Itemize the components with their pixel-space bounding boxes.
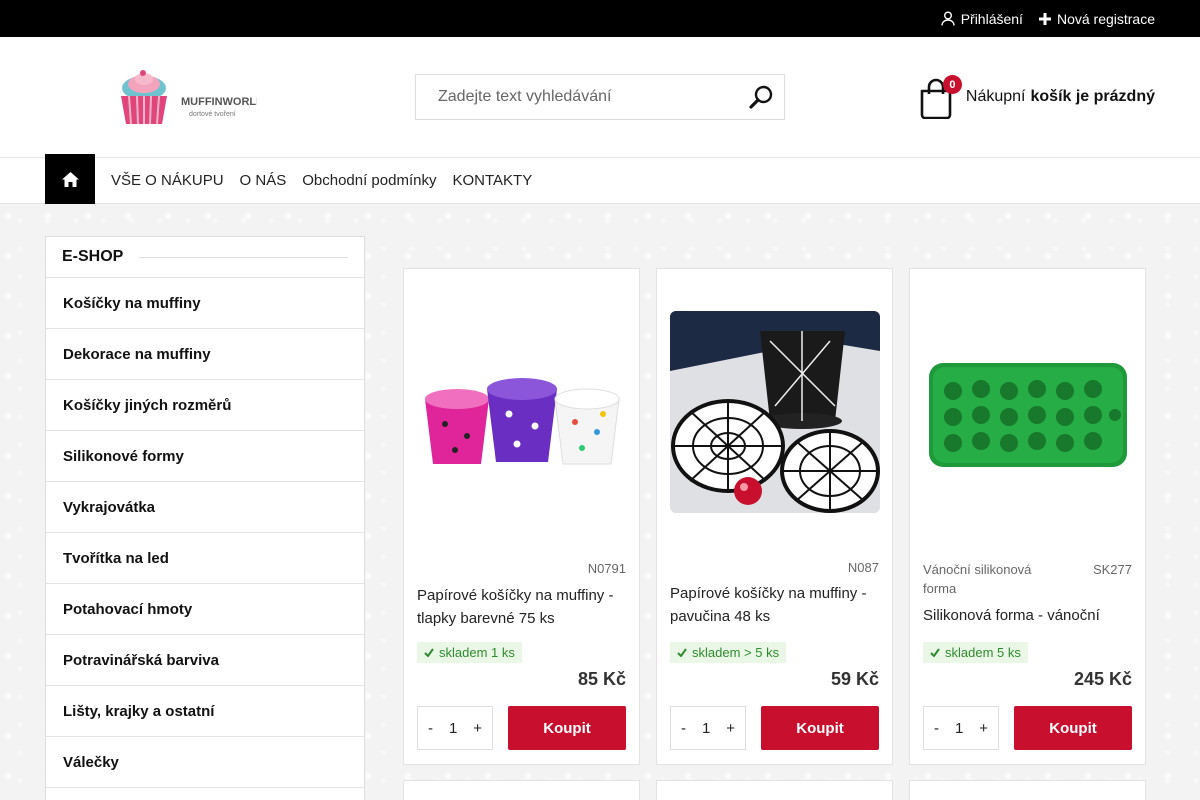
product-card: N0791 Papírové košíčky na muffiny - tlap… xyxy=(403,268,640,765)
quantity-decrease-button[interactable]: - xyxy=(428,720,433,737)
checkmark-icon xyxy=(424,648,434,657)
top-bar: Přihlášení Nová registrace xyxy=(0,0,1200,37)
product-card: Vánoční silikonová forma SK277 Silikonov… xyxy=(909,268,1146,765)
main-nav: VŠE O NÁKUPU O NÁS Obchodní podmínky KON… xyxy=(0,154,1200,205)
category-item[interactable] xyxy=(46,787,364,800)
product-price: 245 Kč xyxy=(1073,669,1132,689)
search-input[interactable] xyxy=(416,75,736,119)
category-item[interactable]: Košíčky jiných rozměrů xyxy=(46,379,364,430)
product-name[interactable]: Papírové košíčky na muffiny - tlapky bar… xyxy=(417,584,626,630)
quantity-increase-button[interactable]: + xyxy=(473,720,482,737)
stock-label: skladem > 5 ks xyxy=(692,645,780,660)
product-card xyxy=(656,780,893,800)
buy-button[interactable]: Koupit xyxy=(1014,706,1132,750)
category-item[interactable]: Válečky xyxy=(46,736,364,787)
content-area: E-SHOP Košíčky na muffiny Dekorace na mu… xyxy=(0,204,1200,800)
product-price: 59 Kč xyxy=(830,669,879,689)
product-card xyxy=(403,780,640,800)
nav-item-contacts[interactable]: KONTAKTY xyxy=(452,172,532,189)
sidebar-header: E-SHOP xyxy=(46,237,364,277)
product-name[interactable]: Silikonová forma - vánoční xyxy=(923,604,1132,627)
register-link[interactable]: Nová registrace xyxy=(1038,10,1155,27)
category-item[interactable]: Vykrajovátka xyxy=(46,481,364,532)
nav-item-about-us[interactable]: O NÁS xyxy=(240,172,287,189)
buy-button[interactable]: Koupit xyxy=(761,706,879,750)
sidebar-divider xyxy=(139,256,348,258)
nav-item-about-shopping[interactable]: VŠE O NÁKUPU xyxy=(111,172,224,189)
buy-button[interactable]: Koupit xyxy=(508,706,626,750)
product-card xyxy=(909,780,1146,800)
stock-badge: skladem 5 ks xyxy=(923,642,1028,663)
spiderweb-liner xyxy=(780,429,880,513)
product-code: SK277 xyxy=(1092,562,1132,577)
user-icon xyxy=(940,11,955,26)
cart-count-badge: 0 xyxy=(942,75,962,94)
login-label: Přihlášení xyxy=(960,10,1023,27)
home-button[interactable] xyxy=(45,154,95,205)
nav-links: VŠE O NÁKUPU O NÁS Obchodní podmínky KON… xyxy=(111,158,532,203)
logo-wordmark: MUFFINWORLD xyxy=(181,96,257,108)
quantity-stepper: - 1 + xyxy=(417,706,493,750)
home-icon xyxy=(61,172,79,187)
quantity-decrease-button[interactable]: - xyxy=(681,720,686,737)
product-code: N0791 xyxy=(587,561,626,576)
product-image[interactable] xyxy=(670,311,880,513)
spiderweb-liner xyxy=(760,331,845,429)
quantity-value[interactable]: 1 xyxy=(449,720,457,737)
stock-badge: skladem 1 ks xyxy=(417,642,522,663)
quantity-stepper: - 1 + xyxy=(923,706,999,750)
logo-tagline: dortové tvoření xyxy=(189,111,236,118)
shopping-bag-icon: 0 xyxy=(918,75,962,120)
header: MUFFINWORLD dortové tvoření 0 Nákupní ko… xyxy=(0,37,1200,157)
quantity-value[interactable]: 1 xyxy=(702,720,710,737)
product-card: N087 Papírové košíčky na muffiny - pavuč… xyxy=(656,268,893,765)
category-item[interactable]: Košíčky na muffiny xyxy=(46,277,364,328)
product-category: Vánoční silikonová forma xyxy=(923,562,1032,596)
quantity-value[interactable]: 1 xyxy=(955,720,963,737)
product-image[interactable] xyxy=(923,349,1133,479)
login-link[interactable]: Přihlášení xyxy=(940,10,1023,27)
cart[interactable]: 0 Nákupní košík je prázdný xyxy=(918,75,1156,120)
quantity-decrease-button[interactable]: - xyxy=(934,720,939,737)
search-icon[interactable] xyxy=(748,84,774,110)
stock-label: skladem 5 ks xyxy=(945,645,1021,660)
sidebar-title: E-SHOP xyxy=(62,248,124,265)
category-item[interactable]: Silikonové formy xyxy=(46,430,364,481)
checkmark-icon xyxy=(677,648,687,657)
site-logo[interactable]: MUFFINWORLD dortové tvoření xyxy=(117,70,264,128)
stock-label: skladem 1 ks xyxy=(439,645,515,660)
category-item[interactable]: Tvořítka na led xyxy=(46,532,364,583)
quantity-increase-button[interactable]: + xyxy=(979,720,988,737)
cart-label-prefix: Nákupní xyxy=(965,88,1026,105)
cupcake-logo-icon: MUFFINWORLD dortové tvoření xyxy=(121,70,264,125)
cupcake-liner-purple xyxy=(487,378,557,462)
plus-icon xyxy=(1038,12,1051,25)
product-price: 85 Kč xyxy=(577,669,626,689)
category-item[interactable]: Dekorace na muffiny xyxy=(46,328,364,379)
product-name[interactable]: Papírové košíčky na muffiny - pavučina 4… xyxy=(670,582,879,628)
cupcake-liner-pink xyxy=(425,389,489,464)
category-item[interactable]: Potravinářská barviva xyxy=(46,634,364,685)
category-sidebar: E-SHOP Košíčky na muffiny Dekorace na mu… xyxy=(45,236,365,800)
product-image[interactable] xyxy=(417,339,627,489)
product-code: N087 xyxy=(847,560,879,575)
nav-item-terms[interactable]: Obchodní podmínky xyxy=(302,172,436,189)
quantity-stepper: - 1 + xyxy=(670,706,746,750)
spiderweb-liner xyxy=(671,399,785,493)
stock-badge: skladem > 5 ks xyxy=(670,642,787,663)
category-item[interactable]: Potahovací hmoty xyxy=(46,583,364,634)
cart-status: košík je prázdný xyxy=(1030,88,1156,105)
cupcake-liner-white xyxy=(554,388,620,465)
category-item[interactable]: Lišty, krajky a ostatní xyxy=(46,685,364,736)
search-box xyxy=(415,74,785,120)
checkmark-icon xyxy=(930,648,940,657)
register-label: Nová registrace xyxy=(1056,10,1155,27)
quantity-increase-button[interactable]: + xyxy=(726,720,735,737)
account-links: Přihlášení Nová registrace xyxy=(940,0,1155,37)
